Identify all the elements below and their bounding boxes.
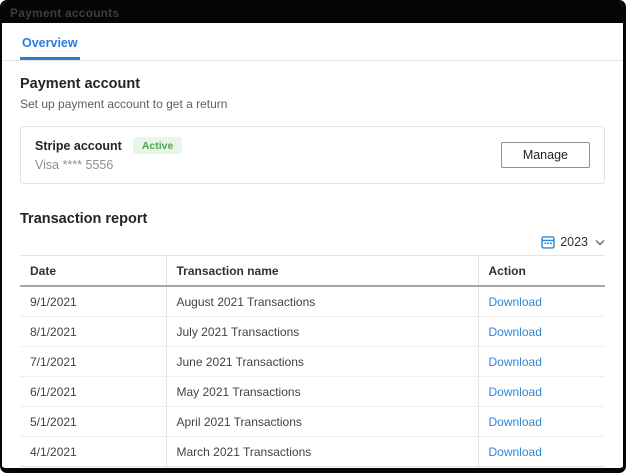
column-header-action: Action <box>478 256 605 287</box>
card-number-text: Visa **** 5556 <box>35 158 182 172</box>
transaction-name-cell: May 2021 Transactions <box>166 377 478 407</box>
date-cell: 6/1/2021 <box>20 377 166 407</box>
action-cell: Download <box>478 317 605 347</box>
main-content: Overview Payment account Set up payment … <box>2 23 623 468</box>
table-row: 8/1/2021July 2021 Transactions Download <box>20 317 605 347</box>
transaction-name-cell: July 2021 Transactions <box>166 317 478 347</box>
payment-account-subheading: Set up payment account to get a return <box>20 97 605 111</box>
transaction-table: Date Transaction name Action 9/1/2021Aug… <box>20 255 605 467</box>
manage-button[interactable]: Manage <box>501 142 590 168</box>
transaction-name-cell: June 2021 Transactions <box>166 347 478 377</box>
payment-account-section: Payment account Set up payment account t… <box>2 61 623 184</box>
action-cell: Download <box>478 347 605 377</box>
action-cell: Download <box>478 437 605 467</box>
payment-account-heading: Payment account <box>20 76 605 92</box>
download-link[interactable]: Download <box>489 355 542 369</box>
calendar-icon <box>541 235 555 249</box>
window-titlebar: Payment accounts <box>2 2 623 23</box>
transaction-name-cell: April 2021 Transactions <box>166 407 478 437</box>
transaction-name-cell: August 2021 Transactions <box>166 286 478 317</box>
transaction-report-heading: Transaction report <box>20 211 605 227</box>
chevron-down-icon <box>595 239 605 246</box>
action-cell: Download <box>478 286 605 317</box>
date-cell: 7/1/2021 <box>20 347 166 377</box>
download-link[interactable]: Download <box>489 385 542 399</box>
date-cell: 4/1/2021 <box>20 437 166 467</box>
download-link[interactable]: Download <box>489 325 542 339</box>
table-row: 9/1/2021August 2021 Transactions Download <box>20 286 605 317</box>
action-cell: Download <box>478 377 605 407</box>
date-cell: 8/1/2021 <box>20 317 166 347</box>
table-header-row: Date Transaction name Action <box>20 256 605 287</box>
account-name: Stripe account <box>35 139 122 153</box>
download-link[interactable]: Download <box>489 295 542 309</box>
table-row: 5/1/2021April 2021 Transactions Download <box>20 407 605 437</box>
transaction-name-cell: March 2021 Transactions <box>166 437 478 467</box>
download-link[interactable]: Download <box>489 415 542 429</box>
column-header-date: Date <box>20 256 166 287</box>
table-row: 7/1/2021June 2021 Transactions Download <box>20 347 605 377</box>
account-info: Stripe account Active Visa **** 5556 <box>35 137 182 172</box>
download-link[interactable]: Download <box>489 445 542 459</box>
transaction-report-section: Transaction report 2023 <box>2 184 623 467</box>
table-row: 4/1/2021March 2021 Transactions Download <box>20 437 605 467</box>
date-cell: 5/1/2021 <box>20 407 166 437</box>
action-cell: Download <box>478 407 605 437</box>
column-header-transaction-name: Transaction name <box>166 256 478 287</box>
status-badge: Active <box>133 137 183 154</box>
tab-bar: Overview <box>2 23 623 61</box>
date-cell: 9/1/2021 <box>20 286 166 317</box>
stripe-account-card: Stripe account Active Visa **** 5556 Man… <box>20 126 605 184</box>
year-selector[interactable]: 2023 <box>20 235 605 249</box>
year-value: 2023 <box>560 235 588 249</box>
app-window: Payment accounts Overview Payment accoun… <box>0 0 626 473</box>
window-title: Payment accounts <box>10 6 119 20</box>
table-row: 6/1/2021May 2021 Transactions Download <box>20 377 605 407</box>
tab-overview[interactable]: Overview <box>20 23 80 60</box>
